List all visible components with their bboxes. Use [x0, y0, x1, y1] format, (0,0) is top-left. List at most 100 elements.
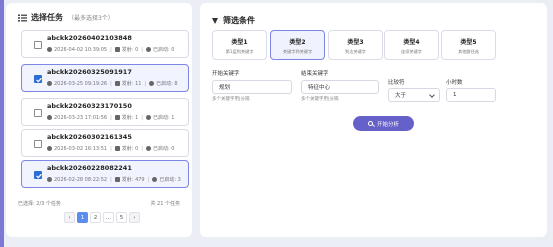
task-id: abckk20260228082241 — [47, 164, 132, 172]
task-started-count: 已启动: 0 — [152, 146, 175, 152]
meta-separator: | — [110, 46, 112, 53]
task-checkbox[interactable] — [34, 140, 42, 148]
task-meta: 2026-03-25 09:19:26 | 发射: 11 | 已启动: 8 — [47, 80, 178, 87]
hours-input[interactable]: 1 — [446, 88, 496, 102]
operator-label: 比较符 — [388, 80, 405, 86]
task-checkbox[interactable] — [34, 171, 42, 179]
task-started-count: 已启动: 3 — [159, 177, 181, 183]
filter-icon — [212, 17, 218, 24]
task-time: 2026-03-02 16:13:51 — [54, 145, 108, 152]
task-meta: 2026-03-23 17:01:56 | 发射: 1 | 已启动: 1 — [47, 114, 174, 121]
selected-summary: 已选择: 2/3 个任务 — [18, 201, 61, 207]
clock-icon — [47, 146, 52, 151]
task-card[interactable]: abckk20260402103848 2026-04-02 10:39:05 … — [21, 30, 189, 58]
end-keyword-input[interactable]: 特征中心 — [301, 80, 379, 94]
user-icon — [114, 81, 120, 86]
page-ellipsis: ... — [103, 212, 114, 223]
task-sender-count: 发射: 479 — [121, 177, 145, 183]
type-option-3[interactable]: 类型3 到达关键字 — [328, 30, 383, 60]
task-meta: 2026-04-02 10:39:05 | 发射: 0 | 已启动: 0 — [47, 46, 174, 53]
task-card[interactable]: abckk20260302161345 2026-03-02 16:13:51 … — [21, 129, 189, 157]
end-keyword-label: 结束关键字 — [301, 71, 329, 77]
operator-value: 大于 — [395, 93, 407, 99]
type-option-2[interactable]: 类型2 关键字到关键字 — [270, 30, 325, 60]
checkmark-icon — [36, 173, 42, 179]
filter-panel: 筛选条件 类型1 第1层到关键字 类型2 关键字到关键字 类型3 到达关键字 类… — [200, 3, 547, 237]
left-accent-bar — [0, 0, 4, 247]
task-card[interactable]: abckk20260325091917 2026-03-25 09:19:26 … — [21, 64, 189, 92]
type-desc: 第1层到关键字 — [225, 49, 254, 54]
task-card[interactable]: abckk20260228082241 2026-02-28 08:22:52 … — [21, 160, 189, 188]
meta-separator: | — [110, 114, 112, 121]
filter-panel-title: 筛选条件 — [223, 16, 255, 25]
type-name: 类型2 — [289, 39, 306, 46]
type-name: 类型4 — [403, 39, 420, 46]
task-card[interactable]: abckk20260323170150 2026-03-23 17:01:56 … — [21, 98, 189, 126]
task-id: abckk20260323170150 — [47, 102, 132, 110]
task-panel-header: 选择任务 （最多选择3个） — [18, 12, 114, 23]
task-time: 2026-03-25 09:19:26 — [54, 80, 108, 87]
user-icon — [114, 146, 120, 151]
task-sender-count: 发射: 1 — [121, 115, 139, 121]
task-panel-subtitle: （最多选择3个） — [68, 15, 114, 22]
start-keyword-label: 开始关键字 — [212, 71, 240, 77]
task-meta: 2026-03-02 16:13:51 | 发射: 0 | 已启动: 0 — [47, 145, 174, 152]
task-checkbox[interactable] — [34, 109, 42, 117]
search-icon — [367, 121, 373, 126]
task-panel-title: 选择任务 — [31, 13, 63, 22]
task-checkbox[interactable] — [34, 41, 42, 49]
meta-separator: | — [110, 176, 112, 183]
type-name: 类型1 — [231, 39, 248, 46]
task-sender-count: 发射: 11 — [121, 81, 142, 87]
page-button-2[interactable]: 2 — [90, 212, 101, 223]
task-id: abckk20260302161345 — [47, 133, 132, 141]
check-circle-icon — [152, 177, 158, 182]
task-meta: 2026-02-28 08:22:52 | 发射: 479 | 已启动: 3 — [47, 176, 181, 183]
task-checkbox[interactable] — [34, 75, 42, 83]
filter-panel-header: 筛选条件 — [212, 15, 255, 26]
user-icon — [114, 47, 120, 52]
page-button-1[interactable]: 1 — [77, 212, 88, 223]
task-time: 2026-02-28 08:22:52 — [54, 176, 108, 183]
type-option-5[interactable]: 类型5 其他路径选 — [441, 30, 496, 60]
type-option-4[interactable]: 类型4 连续关键字 — [384, 30, 439, 60]
hours-label: 小时数 — [446, 80, 463, 86]
clock-icon — [47, 81, 52, 86]
type-name: 类型3 — [347, 39, 364, 46]
type-desc: 连续关键字 — [401, 49, 422, 54]
clock-icon — [47, 115, 52, 120]
task-id: abckk20260325091917 — [47, 68, 132, 76]
task-sender-count: 发射: 0 — [121, 47, 139, 53]
prev-page-button[interactable]: ‹ — [64, 212, 75, 223]
task-time: 2026-04-02 10:39:05 — [54, 46, 108, 53]
type-desc: 关键字到关键字 — [282, 49, 313, 54]
check-circle-icon — [149, 81, 155, 86]
page-button-5[interactable]: 5 — [116, 212, 127, 223]
type-option-1[interactable]: 类型1 第1层到关键字 — [212, 30, 267, 60]
meta-separator: | — [141, 114, 143, 121]
type-name: 类型5 — [460, 39, 477, 46]
meta-separator: | — [147, 176, 150, 183]
user-icon — [114, 115, 120, 120]
meta-separator: | — [144, 80, 147, 87]
task-started-count: 已启动: 1 — [152, 115, 175, 121]
start-keyword-input[interactable]: 规划 — [212, 80, 292, 94]
task-sender-count: 发射: 0 — [121, 146, 139, 152]
meta-separator: | — [110, 80, 112, 87]
task-started-count: 已启动: 0 — [152, 47, 175, 53]
meta-separator: | — [141, 46, 143, 53]
user-icon — [114, 177, 120, 182]
check-circle-icon — [145, 47, 151, 52]
clock-icon — [47, 177, 52, 182]
check-circle-icon — [145, 115, 151, 120]
task-started-count: 已启动: 8 — [156, 81, 178, 87]
task-time: 2026-03-23 17:01:56 — [54, 114, 108, 121]
end-keyword-hint: 多个关键字用|分隔 — [301, 97, 339, 102]
check-circle-icon — [145, 146, 151, 151]
type-desc: 到达关键字 — [345, 49, 366, 54]
start-analysis-button[interactable]: 开始分析 — [353, 116, 414, 131]
checkmark-icon — [36, 77, 42, 83]
next-page-button[interactable]: › — [129, 212, 140, 223]
type-desc: 其他路径选 — [458, 49, 479, 54]
operator-select[interactable]: 大于 — [388, 88, 440, 102]
